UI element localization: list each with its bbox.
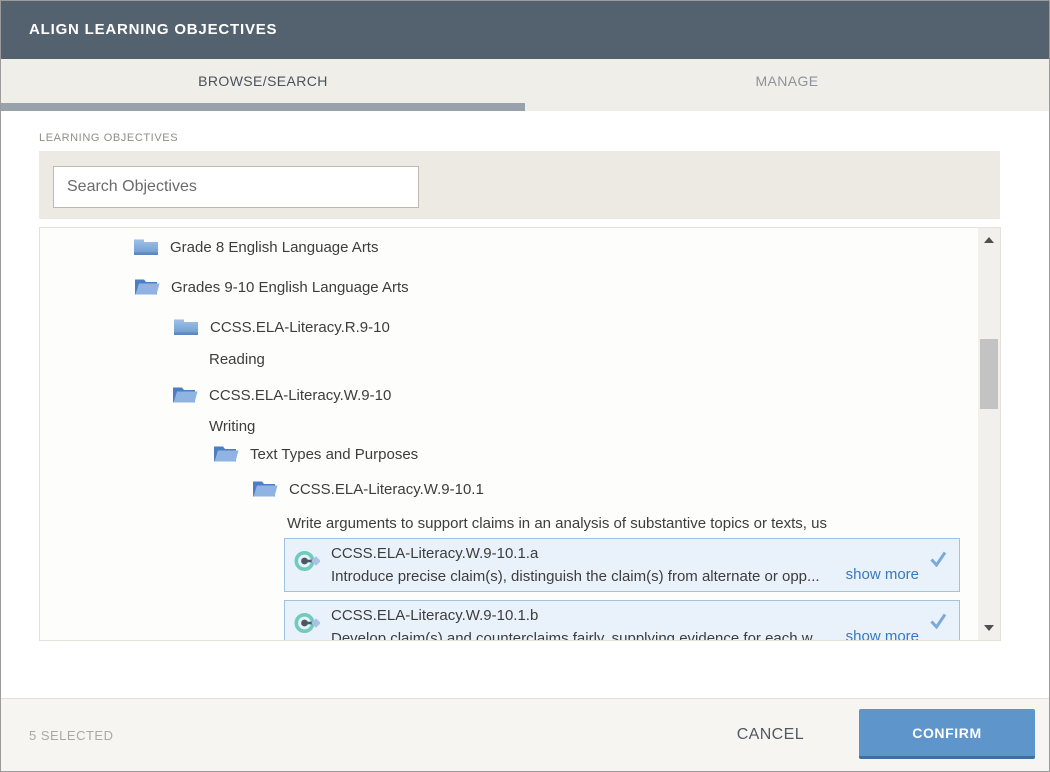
triangle-down-icon [984,625,994,631]
tab-bar: BROWSE/SEARCH MANAGE [1,59,1049,103]
objective-code: CCSS.ELA-Literacy.W.9-10.1.b [331,607,538,624]
dialog-header: ALIGN LEARNING OBJECTIVES [1,1,1049,59]
tree-row-label: Grades 9-10 English Language Arts [171,279,409,296]
folder-closed-icon [172,316,200,338]
folder-open-icon [171,384,199,406]
folder-open-icon [212,443,240,465]
tab-indicator-strip [1,103,1049,111]
objective-description: Introduce precise claim(s), distinguish … [331,568,820,585]
folder-open-icon [133,276,161,298]
align-learning-objectives-dialog: ALIGN LEARNING OBJECTIVES BROWSE/SEARCH … [0,0,1050,772]
scrollbar-thumb[interactable] [980,339,998,409]
tab-browse-search[interactable]: BROWSE/SEARCH [1,59,525,103]
folder-open-icon [251,478,279,500]
tree-text-writing: Writing [209,416,255,438]
active-tab-indicator [1,103,525,111]
tree-row-label: CCSS.ELA-Literacy.W.9-10.1 [289,481,484,498]
confirm-button[interactable]: CONFIRM [859,709,1035,759]
show-more-link[interactable]: show more [846,628,919,641]
tree-text-reading: Reading [209,349,265,371]
tree-row-text-types[interactable]: Text Types and Purposes [212,440,418,468]
objective-description: Develop claim(s) and counterclaims fairl… [331,630,824,641]
objective-target-icon [294,548,320,574]
scroll-up-button[interactable] [978,230,1000,250]
objective-card-w-9-10-1-a[interactable]: CCSS.ELA-Literacy.W.9-10.1.a Introduce p… [284,538,960,592]
cancel-button[interactable]: CANCEL [737,699,804,771]
tree-row-ccss-w-9-10-1[interactable]: CCSS.ELA-Literacy.W.9-10.1 [251,475,484,503]
tree-row-ccss-r-9-10[interactable]: CCSS.ELA-Literacy.R.9-10 [172,313,390,341]
scroll-down-button[interactable] [978,618,1000,638]
tree-row-label: CCSS.ELA-Literacy.R.9-10 [210,319,390,336]
tree-row-ccss-w-9-10[interactable]: CCSS.ELA-Literacy.W.9-10 [171,381,391,409]
selected-check-icon[interactable] [929,551,947,567]
tree-row-label: CCSS.ELA-Literacy.W.9-10 [209,387,391,404]
tree-text-standard-description: Write arguments to support claims in an … [287,513,987,535]
tree-row-grades9-10[interactable]: Grades 9-10 English Language Arts [133,273,409,301]
tab-manage[interactable]: MANAGE [525,59,1049,103]
show-more-link[interactable]: show more [846,566,919,583]
search-container [39,151,1000,219]
selected-count: 5 SELECTED [29,699,113,771]
triangle-up-icon [984,237,994,243]
section-label: LEARNING OBJECTIVES [39,132,178,144]
folder-closed-icon [132,236,160,258]
dialog-title: ALIGN LEARNING OBJECTIVES [29,1,277,59]
objective-card-w-9-10-1-b[interactable]: CCSS.ELA-Literacy.W.9-10.1.b Develop cla… [284,600,960,641]
selected-check-icon[interactable] [929,613,947,629]
tree-row-label: Text Types and Purposes [250,446,418,463]
objective-target-icon [294,610,320,636]
tree-row-grade8[interactable]: Grade 8 English Language Arts [132,233,378,261]
search-input[interactable] [53,166,419,208]
tree-row-label: Grade 8 English Language Arts [170,239,378,256]
objectives-tree-panel: Grade 8 English Language Arts Grades 9-1… [39,227,1001,641]
objective-code: CCSS.ELA-Literacy.W.9-10.1.a [331,545,538,562]
dialog-footer: 5 SELECTED CANCEL CONFIRM [1,698,1049,771]
tree-scrollbar[interactable] [978,228,1000,640]
